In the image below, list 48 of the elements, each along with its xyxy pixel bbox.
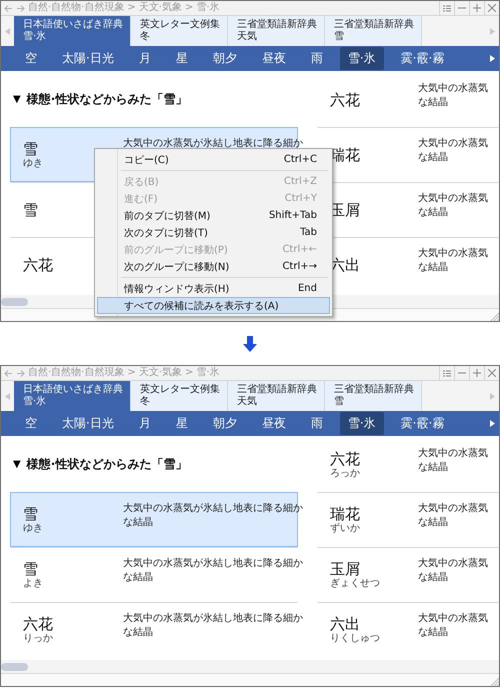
- entry-word: 雪: [23, 505, 38, 523]
- entry-reading: ゆき: [23, 523, 43, 534]
- breadcrumb-separator: >: [184, 367, 194, 379]
- entry-description: な結晶: [418, 571, 448, 585]
- entry-word: 雪: [23, 200, 38, 218]
- entry-word: 六花: [23, 615, 53, 633]
- entry-description: な結晶: [418, 96, 448, 110]
- breadcrumb-separator: >: [184, 2, 194, 14]
- entry-reading: よき: [23, 578, 43, 589]
- entry-word: 玉屑: [330, 560, 360, 578]
- entry-reading: りっか: [23, 633, 53, 644]
- entry-description: な結晶: [418, 461, 448, 475]
- entry-description: 大気中の水蒸気が氷結し地表に降る細か: [123, 612, 303, 626]
- entry-description: な結晶: [418, 206, 448, 220]
- entry-description: 大気中の水蒸気: [418, 447, 488, 461]
- entry-description: 大気中の水蒸気が氷結し地表に降る細か: [123, 137, 303, 151]
- entry-description: な結晶: [418, 516, 448, 530]
- entry-reading: ろっか: [330, 468, 360, 479]
- entry-reading: ゆき: [23, 158, 43, 169]
- section-heading: 様態·性状などからみた「雪」: [26, 456, 188, 472]
- entry-reading: ずいか: [330, 523, 360, 534]
- entry-reading: りくしゅつ: [330, 633, 380, 644]
- entry-description: 大気中の水蒸気: [418, 557, 488, 571]
- entry-description: な結晶: [418, 151, 448, 165]
- entry-word: 六出: [330, 615, 360, 633]
- section-heading: 様態·性状などからみた「雪」: [26, 90, 188, 108]
- entry-word: 雪: [23, 560, 38, 578]
- entry-word: 六花: [23, 256, 53, 274]
- entry-word: 雪: [23, 140, 38, 158]
- breadcrumb-separator: >: [127, 2, 136, 14]
- entry-word: 瑞花: [330, 505, 360, 523]
- entry-description: な結晶: [123, 626, 153, 640]
- entry-description: 大気中の水蒸気: [418, 502, 488, 516]
- entry-description: 大気中の水蒸気: [418, 612, 488, 626]
- entry-description: 大気中の水蒸気: [418, 137, 488, 151]
- entry-description: 大気中の水蒸気: [418, 247, 488, 261]
- breadcrumb-separator: >: [127, 367, 136, 379]
- entry-description: 大気中の水蒸気が氷結し地表に降る細か: [123, 502, 303, 516]
- entry-reading: ぎょくせつ: [330, 578, 380, 589]
- entry-description: 大気中の水蒸気が氷結し地表に降る細か: [123, 557, 303, 571]
- entry-description: 大気中の水蒸気: [418, 82, 488, 96]
- entry-word: 六花: [330, 90, 360, 108]
- entry-word: 六花: [330, 450, 360, 468]
- entry-description: な結晶: [123, 516, 153, 530]
- entry-description: 大気中の水蒸気: [418, 192, 488, 206]
- entry-description: な結晶: [418, 626, 448, 640]
- entry-description: な結晶: [418, 261, 448, 275]
- entry-description: な結晶: [123, 571, 153, 585]
